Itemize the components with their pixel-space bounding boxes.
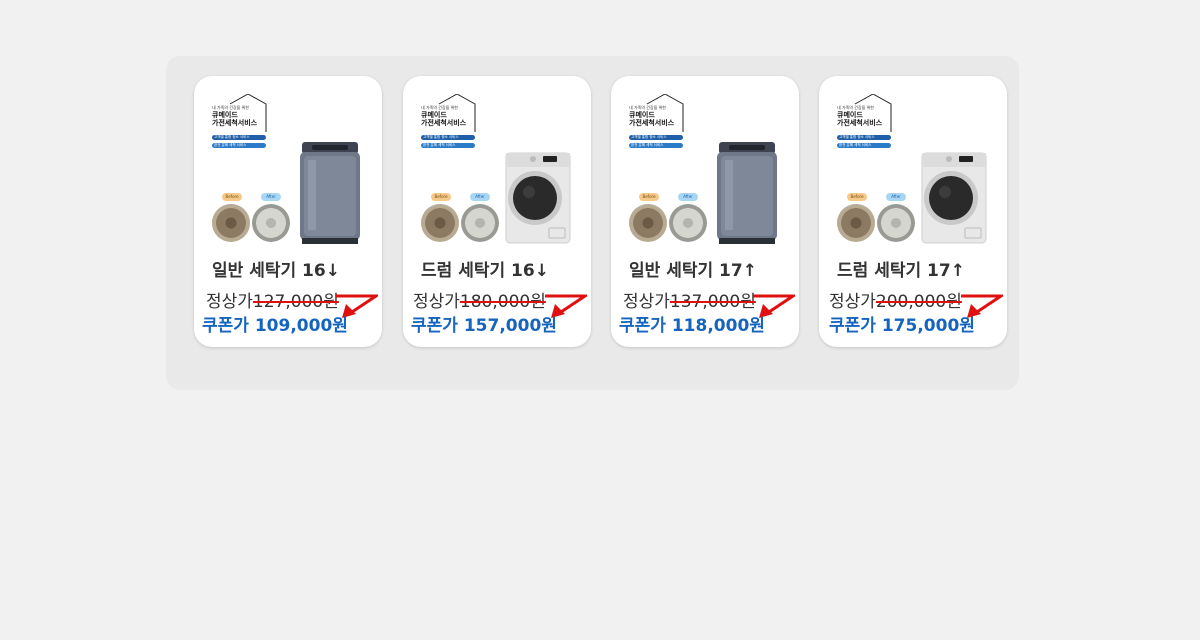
- banner-pill: 고객별 통합 청소 서비스: [629, 135, 683, 140]
- after-drum-image: [877, 204, 915, 242]
- product-title: 일반 세탁기 17↑: [629, 261, 757, 281]
- product-title: 드럼 세탁기 17↑: [837, 261, 965, 281]
- coupon-price: 쿠폰가 118,000원: [619, 311, 765, 336]
- product-card[interactable]: 내 가족의 건강을 위한 큐메이드 가전세척서비스 고객별 통합 청소 서비스 …: [194, 76, 382, 347]
- top-load-washer-image: [298, 140, 362, 244]
- product-card[interactable]: 내 가족의 건강을 위한 큐메이드 가전세척서비스 고객별 통합 청소 서비스 …: [403, 76, 591, 347]
- coupon-price: 쿠폰가 109,000원: [202, 311, 348, 336]
- coupon-price: 쿠폰가 157,000원: [411, 311, 557, 336]
- product-card[interactable]: 내 가족의 건강을 위한 큐메이드 가전세척서비스 고객별 통합 청소 서비스 …: [611, 76, 799, 347]
- coupon-price-value: 118,000원: [671, 316, 765, 336]
- coupon-price-label: 쿠폰가: [619, 316, 666, 336]
- coupon-price: 쿠폰가 175,000원: [829, 311, 975, 336]
- before-badge: Before: [847, 193, 867, 201]
- before-badge: Before: [222, 193, 242, 201]
- after-drum-image: [252, 204, 290, 242]
- regular-price: 정상가180,000원: [413, 287, 546, 312]
- before-after-images: Before After: [212, 193, 302, 248]
- after-badge: After: [261, 193, 281, 201]
- banner-brand: 큐메이드 가전세척서비스: [629, 111, 675, 127]
- banner-pill: 완전 분해 세척 서비스: [421, 143, 475, 148]
- banner-pill: 완전 분해 세척 서비스: [837, 143, 891, 148]
- banner-brand: 큐메이드 가전세척서비스: [212, 111, 258, 127]
- banner-pill: 고객별 통합 청소 서비스: [212, 135, 266, 140]
- before-after-images: Before After: [837, 193, 927, 248]
- front-load-washer-image: [505, 152, 571, 244]
- regular-price-label: 정상가: [413, 292, 460, 312]
- before-drum-image: [212, 204, 250, 242]
- before-drum-image: [629, 204, 667, 242]
- after-drum-image: [669, 204, 707, 242]
- regular-price-value: 137,000원: [669, 292, 756, 312]
- coupon-price-value: 175,000원: [881, 316, 975, 336]
- banner-brand: 큐메이드 가전세척서비스: [421, 111, 467, 127]
- coupon-price-label: 쿠폰가: [829, 316, 876, 336]
- regular-price: 정상가127,000원: [206, 287, 339, 312]
- product-panel: 내 가족의 건강을 위한 큐메이드 가전세척서비스 고객별 통합 청소 서비스 …: [166, 56, 1019, 390]
- regular-price-value: 127,000원: [252, 292, 339, 312]
- after-badge: After: [886, 193, 906, 201]
- banner-pill: 고객별 통합 청소 서비스: [421, 135, 475, 140]
- before-badge: Before: [431, 193, 451, 201]
- regular-price-value: 200,000원: [875, 292, 962, 312]
- regular-price-label: 정상가: [206, 292, 253, 312]
- banner-pill: 완전 분해 세척 서비스: [629, 143, 683, 148]
- after-badge: After: [678, 193, 698, 201]
- regular-price-value: 180,000원: [459, 292, 546, 312]
- regular-price: 정상가137,000원: [623, 287, 756, 312]
- after-drum-image: [461, 204, 499, 242]
- regular-price: 정상가200,000원: [829, 287, 962, 312]
- coupon-price-label: 쿠폰가: [202, 316, 249, 336]
- before-after-images: Before After: [421, 193, 511, 248]
- coupon-price-value: 157,000원: [463, 316, 557, 336]
- before-after-images: Before After: [629, 193, 719, 248]
- before-drum-image: [837, 204, 875, 242]
- banner-pill: 완전 분해 세척 서비스: [212, 143, 266, 148]
- banner-pill: 고객별 통합 청소 서비스: [837, 135, 891, 140]
- regular-price-label: 정상가: [829, 292, 876, 312]
- regular-price-label: 정상가: [623, 292, 670, 312]
- front-load-washer-image: [921, 152, 987, 244]
- product-title: 일반 세탁기 16↓: [212, 261, 340, 281]
- product-card[interactable]: 내 가족의 건강을 위한 큐메이드 가전세척서비스 고객별 통합 청소 서비스 …: [819, 76, 1007, 347]
- cleaning-service-banner: 내 가족의 건강을 위한 큐메이드 가전세척서비스 고객별 통합 청소 서비스 …: [629, 94, 689, 154]
- cleaning-service-banner: 내 가족의 건강을 위한 큐메이드 가전세척서비스 고객별 통합 청소 서비스 …: [212, 94, 272, 154]
- after-badge: After: [470, 193, 490, 201]
- cleaning-service-banner: 내 가족의 건강을 위한 큐메이드 가전세척서비스 고객별 통합 청소 서비스 …: [421, 94, 481, 154]
- top-load-washer-image: [715, 140, 779, 244]
- cleaning-service-banner: 내 가족의 건강을 위한 큐메이드 가전세척서비스 고객별 통합 청소 서비스 …: [837, 94, 897, 154]
- coupon-price-label: 쿠폰가: [411, 316, 458, 336]
- product-title: 드럼 세탁기 16↓: [421, 261, 549, 281]
- banner-brand: 큐메이드 가전세척서비스: [837, 111, 883, 127]
- before-badge: Before: [639, 193, 659, 201]
- coupon-price-value: 109,000원: [254, 316, 348, 336]
- before-drum-image: [421, 204, 459, 242]
